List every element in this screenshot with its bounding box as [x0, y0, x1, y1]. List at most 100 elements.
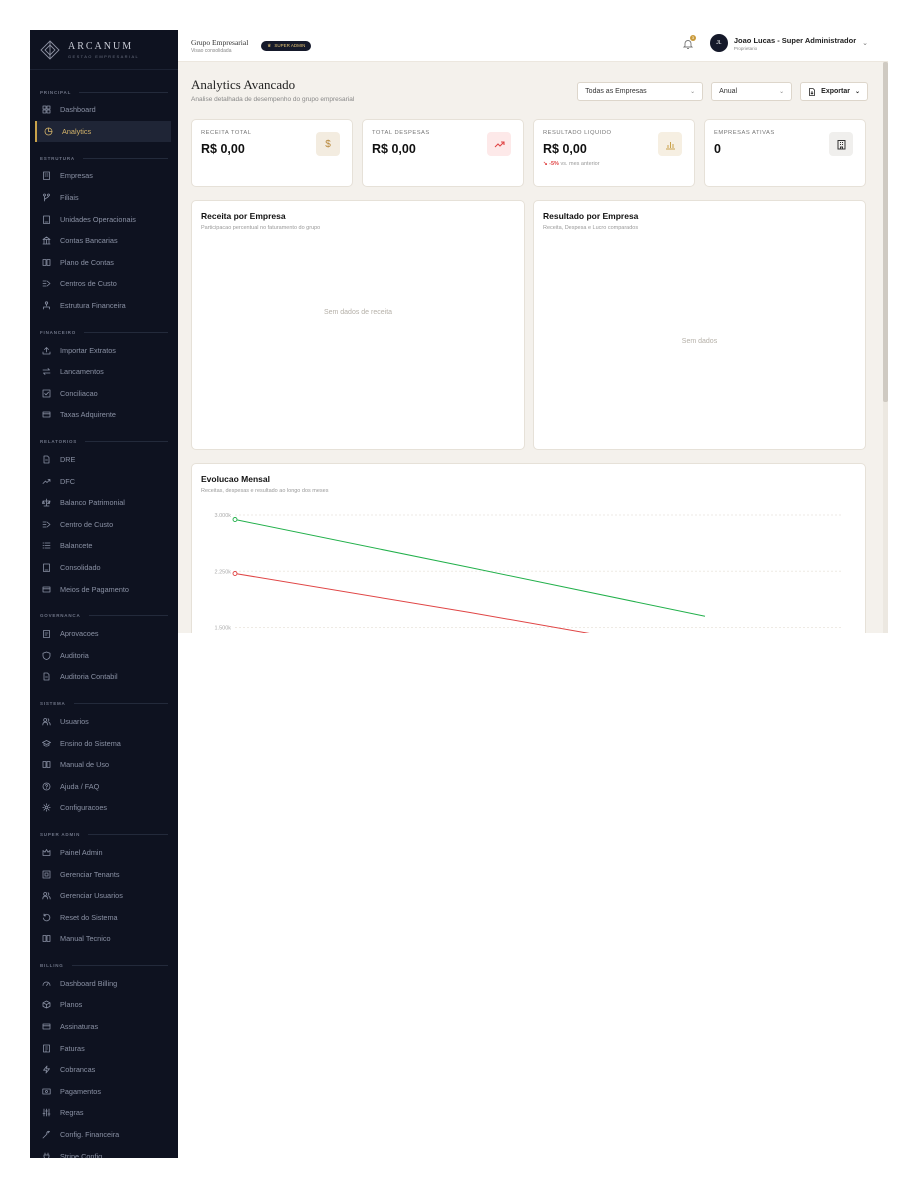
zap-icon	[42, 1065, 51, 1074]
sidebar-item-estrutura-financeira[interactable]: Estrutura Financeira	[30, 295, 178, 317]
sidebar-item-conciliacao[interactable]: Conciliacao	[30, 383, 178, 405]
building-icon	[42, 171, 51, 181]
sidebar-item-label: Empresas	[60, 171, 93, 181]
sidebar-item-empresas[interactable]: Empresas	[30, 165, 178, 187]
sidebar-item-balancete[interactable]: Balancete	[30, 535, 178, 557]
sidebar-item-label: Configuracoes	[60, 803, 108, 813]
topbar-right: 3 JL Joao Lucas - Super Administrador Pr…	[682, 34, 868, 52]
evolution-line-chart[interactable]: 3.000k 2.250k 1.500k	[192, 464, 867, 633]
sidebar-item-label: Unidades Operacionais	[60, 214, 136, 224]
notifications-button[interactable]: 3	[682, 35, 696, 49]
sidebar-item-ensino-do-sistema[interactable]: Ensino do Sistema	[30, 732, 178, 754]
book-icon	[42, 258, 51, 267]
trend-down-icon: ↘	[543, 161, 548, 167]
sidebar-item-filiais[interactable]: Filiais	[30, 187, 178, 209]
split-icon	[42, 279, 51, 288]
sidebar-item-gerenciar-usuarios[interactable]: Gerenciar Usuarios	[30, 885, 178, 907]
file-icon	[42, 672, 51, 681]
sidebar-item-auditoria[interactable]: Auditoria	[30, 644, 178, 666]
company-filter-select[interactable]: Todas as Empresas ⌄	[577, 82, 704, 101]
sidebar-item-assinaturas[interactable]: Assinaturas	[30, 1016, 178, 1038]
chevron-down-icon: ⌄	[854, 89, 860, 95]
scale-icon	[42, 498, 51, 507]
sidebar-item-label: Meios de Pagamento	[60, 584, 129, 594]
sidebar-item-taxas-adquirente[interactable]: Taxas Adquirente	[30, 404, 178, 426]
sidebar-nav: PRINCIPAL Dashboard Analytics ESTRUTURA Empr…	[30, 70, 178, 1158]
org-switcher[interactable]: Grupo Empresarial Visao consolidada	[191, 38, 248, 54]
sidebar-item-lancamentos[interactable]: Lancamentos	[30, 361, 178, 383]
bank-icon	[42, 236, 51, 245]
list-icon	[42, 541, 51, 550]
sidebar-item-painel-admin[interactable]: Painel Admin	[30, 842, 178, 864]
sidebar-item-faturas[interactable]: Faturas	[30, 1037, 178, 1059]
sidebar-item-pagamentos[interactable]: Pagamentos	[30, 1081, 178, 1103]
sidebar-item-label: Ajuda / FAQ	[60, 781, 100, 791]
empty-state: Sem dados	[681, 338, 718, 345]
sidebar-item-manual-tecnico[interactable]: Manual Tecnico	[30, 928, 178, 950]
export-label: Exportar	[821, 88, 850, 95]
sidebar-item-dashboard-billing[interactable]: Dashboard Billing	[30, 973, 178, 995]
sidebar-item-label: Usuarios	[60, 716, 89, 726]
kpi-card-despesas: TOTAL DESPESAS R$ 0,00	[362, 119, 524, 187]
sidebar-item-contas-bancarias[interactable]: Contas Bancarias	[30, 230, 178, 252]
sidebar-item-dfc[interactable]: DFC	[30, 470, 178, 492]
sidebar-item-stripe-config[interactable]: Stripe Config	[30, 1145, 178, 1158]
series-line-1[interactable]	[234, 573, 705, 634]
sidebar-item-consolidado[interactable]: Consolidado	[30, 557, 178, 579]
sidebar-item-gerenciar-tenants[interactable]: Gerenciar Tenants	[30, 863, 178, 885]
sidebar-item-auditoria-contabil[interactable]: Auditoria Contabil	[30, 666, 178, 688]
sidebar-section-super-admin: SUPER ADMIN	[30, 828, 178, 842]
sidebar-item-label: Filiais	[60, 193, 79, 203]
period-filter-value: Anual	[719, 88, 738, 95]
scrollbar-thumb[interactable]	[883, 62, 888, 402]
sidebar-item-usuarios[interactable]: Usuarios	[30, 711, 178, 733]
reset-icon	[42, 913, 51, 922]
main-content: Grupo Empresarial Visao consolidada ♛ SU…	[178, 30, 888, 633]
sidebar-item-manual-de-uso[interactable]: Manual de Uso	[30, 754, 178, 776]
sidebar-item-centro-de-custo[interactable]: Centro de Custo	[30, 514, 178, 536]
super-admin-badge: ♛ SUPER ADMIN	[261, 40, 312, 51]
sidebar-item-label: Planos	[60, 1000, 83, 1010]
panel-resultado-por-empresa: Resultado por Empresa Receita, Despesa e…	[533, 200, 866, 450]
sidebar-item-importar-extratos[interactable]: Importar Extratos	[30, 339, 178, 361]
period-filter-select[interactable]: Anual ⌄	[711, 82, 793, 101]
sidebar-item-label: DFC	[60, 476, 75, 486]
sidebar-item-regras[interactable]: Regras	[30, 1102, 178, 1124]
sidebar-item-cobrancas[interactable]: Cobrancas	[30, 1059, 178, 1081]
series-line-0[interactable]	[234, 519, 706, 617]
series-point-1[interactable]	[232, 571, 238, 576]
brand[interactable]: ARCANUM GESTAO EMPRESARIAL	[30, 30, 178, 70]
sidebar-item-label: DRE	[60, 455, 76, 465]
sidebar-item-meios-de-pagamento[interactable]: Meios de Pagamento	[30, 578, 178, 600]
user-menu[interactable]: Joao Lucas - Super Administrador Proprie…	[734, 36, 856, 51]
sidebar-item-planos[interactable]: Planos	[30, 994, 178, 1016]
kpi-trend-text: vs. mes anterior	[560, 161, 600, 167]
sidebar-item-plano-de-contas[interactable]: Plano de Contas	[30, 252, 178, 274]
sidebar-item-dre[interactable]: DRE	[30, 449, 178, 471]
sidebar-item-dashboard[interactable]: Dashboard	[30, 99, 178, 121]
sidebar-item-configuracoes[interactable]: Configuracoes	[30, 797, 178, 819]
upload-icon	[42, 346, 51, 355]
sidebar-item-aprovacoes[interactable]: Aprovacoes	[30, 623, 178, 645]
sidebar-item-config-financeira[interactable]: Config. Financeira	[30, 1124, 178, 1146]
avatar[interactable]: JL	[709, 34, 728, 52]
kpi-card-receita: RECEITA TOTAL R$ 0,00 $	[191, 119, 353, 187]
sidebar-item-reset-do-sistema[interactable]: Reset do Sistema	[30, 906, 178, 928]
chevron-down-icon: ⌄	[779, 89, 785, 95]
sidebar-item-unidades-operacionais[interactable]: Unidades Operacionais	[30, 208, 178, 230]
sidebar-item-ajuda-faq[interactable]: Ajuda / FAQ	[30, 775, 178, 797]
split-icon	[42, 520, 51, 529]
sidebar-item-centros-de-custo[interactable]: Centros de Custo	[30, 273, 178, 295]
chevron-down-icon[interactable]: ⌄	[862, 39, 868, 47]
sidebar-item-balanco-patrimonial[interactable]: Balanco Patrimonial	[30, 492, 178, 514]
sidebar-item-analytics[interactable]: Analytics	[35, 120, 171, 143]
wrench-icon	[42, 1130, 51, 1139]
sidebar-section-sistema: SISTEMA	[30, 697, 178, 711]
sidebar-section-billing: BILLING	[30, 959, 178, 973]
export-button[interactable]: Exportar ⌄	[800, 82, 868, 101]
series-point-0[interactable]	[232, 517, 238, 522]
page-title: Analytics Avancado	[191, 77, 296, 92]
panel-evolucao-mensal: Evolucao Mensal Receitas, despesas e res…	[191, 463, 866, 633]
scrollbar[interactable]	[883, 62, 888, 633]
user-name: Joao Lucas - Super Administrador	[733, 35, 857, 45]
